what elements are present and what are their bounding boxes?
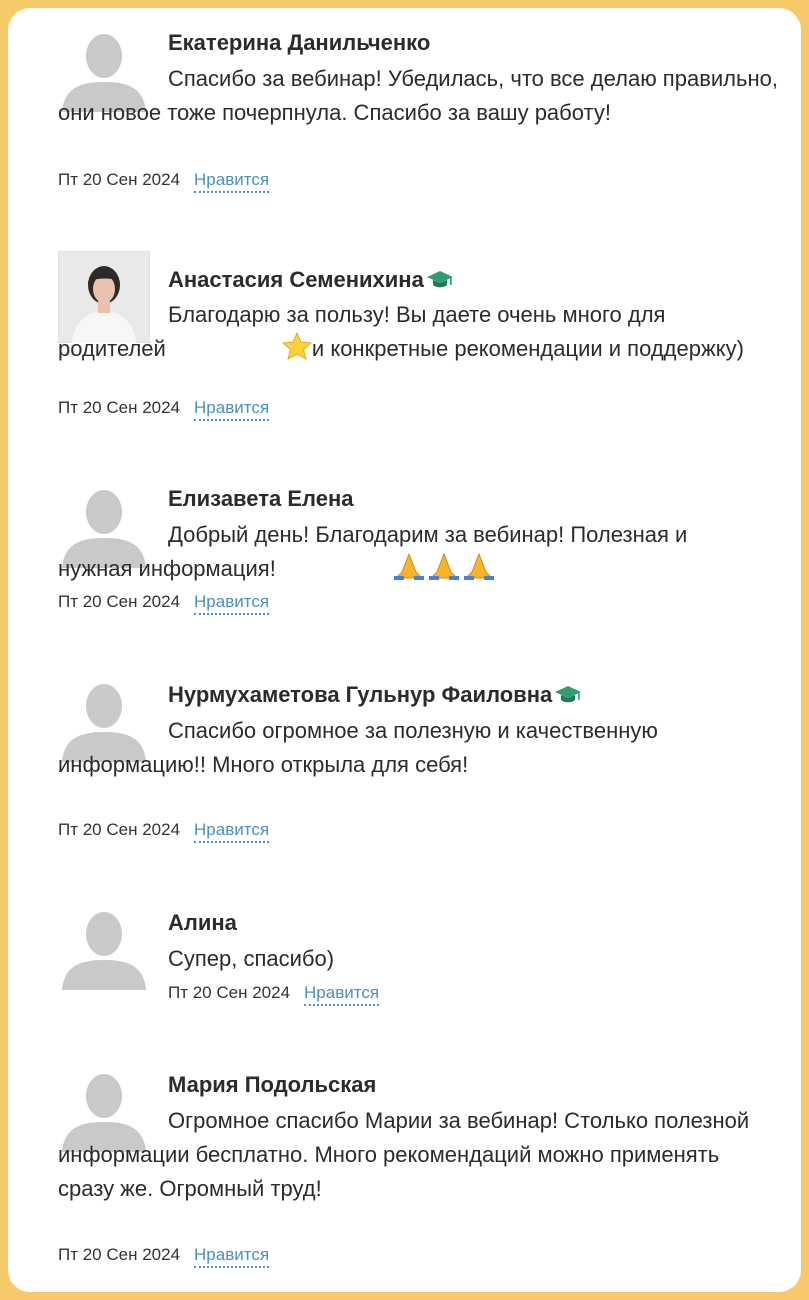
- comment-date: Пт 20 Сен 2024: [58, 398, 181, 417]
- comment-date: Пт 20 Сен 2024: [58, 820, 181, 839]
- like-link[interactable]: Нравится: [194, 592, 270, 615]
- star-icon: [172, 331, 313, 370]
- comment-text: Огромное спасибо Марии за вебинар! Столь…: [58, 1108, 750, 1201]
- comment-author[interactable]: Екатерина Данильченко: [168, 30, 430, 56]
- comment-meta: Пт 20 Сен 2024 Нравится: [58, 169, 270, 193]
- like-link[interactable]: Нравится: [194, 170, 270, 193]
- comment-text: Супер, спасибо): [168, 946, 335, 971]
- comment-date: Пт 20 Сен 2024: [58, 592, 181, 611]
- author-name[interactable]: Анастасия Семенихина: [168, 267, 424, 292]
- comment-meta: Пт 20 Сен 2024 Нравится: [58, 819, 270, 843]
- like-link[interactable]: Нравится: [194, 820, 270, 843]
- comment-author[interactable]: Елизавета Елена: [168, 486, 353, 512]
- like-link[interactable]: Нравится: [194, 398, 270, 421]
- comment-text: Спасибо огромное за полезную и качествен…: [58, 718, 658, 777]
- comment-author[interactable]: Алина: [168, 910, 237, 936]
- comment-text-part2: и конкретные рекомендации и поддержку): [311, 336, 744, 361]
- comments-panel: Екатерина Данильченко Спасибо за вебинар…: [8, 8, 801, 1292]
- comment-meta: Пт 20 Сен 2024 Нравится: [58, 397, 270, 421]
- comment-meta: Пт 20 Сен 2024 Нравится: [58, 591, 270, 615]
- comment-meta: Пт 20 Сен 2024 Нравится: [168, 982, 380, 1006]
- folded-hands-icon: [282, 552, 496, 590]
- comment-author[interactable]: Нурмухаметова Гульнур Фаиловна: [168, 682, 582, 711]
- like-link[interactable]: Нравится: [194, 1245, 270, 1268]
- comment-text: Благодарю за пользу! Вы даете очень мног…: [58, 298, 778, 370]
- comment-text: Добрый день! Благодарим за вебинар! Поле…: [58, 518, 718, 590]
- comment-text: Спасибо за вебинар! Убедилась, что все д…: [58, 66, 778, 125]
- like-link[interactable]: Нравится: [304, 983, 380, 1006]
- graduation-cap-icon: [554, 683, 582, 711]
- graduation-cap-icon: [426, 268, 454, 296]
- comment-date: Пт 20 Сен 2024: [168, 983, 291, 1002]
- comment-author[interactable]: Мария Подольская: [168, 1072, 376, 1098]
- comment-author[interactable]: Анастасия Семенихина: [168, 267, 454, 296]
- comment-meta: Пт 20 Сен 2024 Нравится: [58, 1244, 270, 1268]
- comment-date: Пт 20 Сен 2024: [58, 170, 181, 189]
- comment-date: Пт 20 Сен 2024: [58, 1245, 181, 1264]
- author-name[interactable]: Нурмухаметова Гульнур Фаиловна: [168, 682, 552, 707]
